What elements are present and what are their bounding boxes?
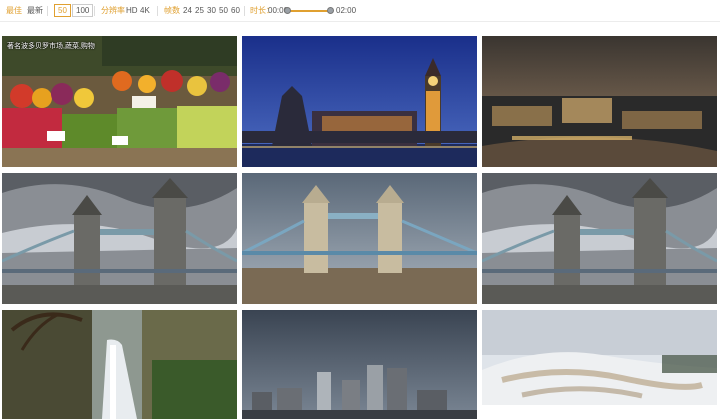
video-thumbnail-snow-springs[interactable] (482, 310, 717, 419)
waterfall-image (2, 310, 237, 419)
big-ben-image (242, 36, 477, 167)
sort-newest[interactable]: 最新 (27, 6, 43, 16)
video-thumbnail-market[interactable]: 著名波多贝罗市场,蔬菜,购物 (2, 36, 237, 167)
fps-24[interactable]: 24 (183, 6, 192, 16)
duration-end: 02:00 (336, 6, 357, 15)
page-size-100[interactable]: 100 (72, 4, 94, 17)
video-thumbnail-big-ben[interactable] (242, 36, 477, 167)
tower-bridge-image (2, 173, 237, 304)
video-thumbnail-tower-bridge-3[interactable] (482, 173, 717, 304)
market-image (2, 36, 237, 167)
resolution-hd[interactable]: HD (126, 6, 138, 16)
divider (244, 6, 245, 16)
snow-springs-image (482, 310, 717, 419)
city-night-image (482, 36, 717, 167)
city-skyline-image (242, 310, 477, 419)
divider (94, 6, 95, 16)
divider (47, 6, 48, 16)
video-thumbnail-city-night[interactable] (482, 36, 717, 167)
divider (157, 6, 158, 16)
tower-bridge-image (482, 173, 717, 304)
video-thumbnail-city-skyline[interactable] (242, 310, 477, 419)
fps-50[interactable]: 50 (219, 6, 228, 16)
fps-60[interactable]: 60 (231, 6, 240, 16)
video-thumbnail-tower-bridge-2[interactable] (242, 173, 477, 304)
duration-slider-track[interactable] (288, 10, 331, 12)
video-caption: 著名波多贝罗市场,蔬菜,购物 (7, 43, 95, 50)
fps-label: 帧数 (164, 6, 180, 15)
sort-best[interactable]: 最佳 (6, 6, 22, 16)
resolution-label: 分辨率 (101, 6, 125, 15)
filter-bar: 最佳 最新 50 100 分辨率 HD 4K 帧数 24 25 30 50 60… (0, 0, 720, 22)
fps-25[interactable]: 25 (195, 6, 204, 16)
fps-30[interactable]: 30 (207, 6, 216, 16)
video-thumbnail-waterfall[interactable] (2, 310, 237, 419)
video-thumbnail-tower-bridge-1[interactable] (2, 173, 237, 304)
duration-slider-handle-end[interactable] (327, 7, 334, 14)
resolution-4k[interactable]: 4K (140, 6, 150, 16)
duration-slider-handle-start[interactable] (284, 7, 291, 14)
page-size-50[interactable]: 50 (54, 4, 71, 17)
tower-bridge-image (242, 173, 477, 304)
